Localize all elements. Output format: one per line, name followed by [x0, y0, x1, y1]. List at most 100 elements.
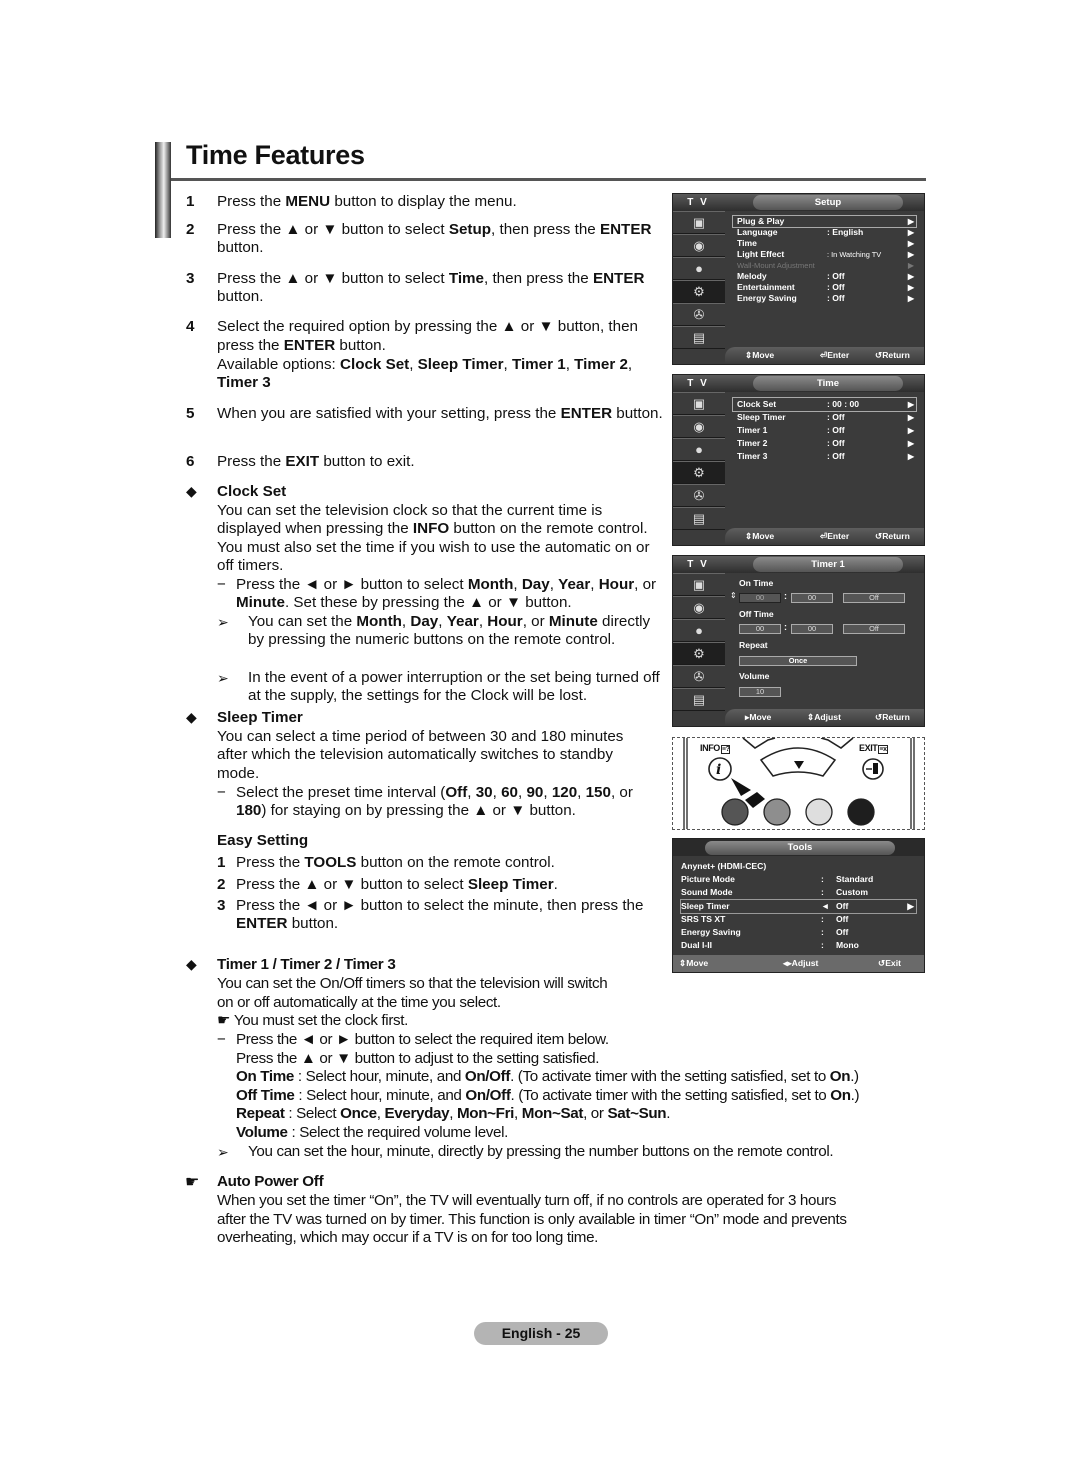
menu-item-label: Time [737, 238, 757, 248]
menu-item-label: Light Effect [737, 249, 785, 259]
exit-label: EXIT ≡x [859, 743, 888, 754]
menu-item-value: : Off [827, 412, 845, 422]
sound-icon[interactable]: ◉ [673, 234, 725, 257]
chevron-right-icon: ▶ [907, 283, 914, 292]
off-time-hour[interactable]: 00 [739, 624, 781, 634]
pointing-hand-icon: ☛ [217, 1012, 231, 1029]
step-5: 5 When you are satisfied with your settin… [186, 405, 663, 422]
digital-icon[interactable]: ▤ [673, 507, 725, 530]
easy-step-2: 2 Press the ▲ or ▼ button to select Sleep… [217, 876, 558, 893]
menu-item-value: : Off [827, 451, 845, 461]
chevron-right-icon: ▶ [907, 900, 914, 911]
picture-icon[interactable]: ▣ [673, 392, 725, 415]
menu-item-label: Plug & Play [737, 216, 785, 226]
setup-gear-icon[interactable]: ⚙ [673, 280, 725, 303]
green-button [763, 798, 791, 826]
move-hint: ⇕ Move [745, 531, 775, 541]
off-time-state[interactable]: Off [843, 624, 905, 634]
tools-item[interactable]: Picture Mode: Standard [681, 873, 916, 886]
red-button [721, 798, 749, 826]
volume-field[interactable]: 10 [739, 687, 781, 697]
off-time-minute[interactable]: 00 [791, 624, 833, 634]
page-title: Time Features [186, 140, 365, 170]
osd-time-menu: T V Time ▣ ◉ ● ⚙ ✇ ▤ Clock Set: 00 : 00 ▶… [672, 374, 925, 546]
move-hint: ⇕ Move [679, 958, 709, 968]
tools-item-value: Off [836, 913, 849, 924]
arrow-note-icon: ➢ [217, 670, 229, 686]
osd-footer: ⇕ Move ◂▸ Adjust ↺ Exit [673, 955, 924, 972]
easy-step-3: 3 Press the ◄ or ► button to select the m… [217, 897, 644, 933]
menu-item-label: Entertainment [737, 282, 795, 292]
osd-title: Time [753, 376, 903, 391]
title-divider [171, 178, 926, 181]
channel-icon[interactable]: ● [673, 257, 725, 280]
menu-item-value: : Off [827, 438, 845, 448]
menu-item-label: Language [737, 227, 778, 237]
timers-body: You can set the On/Off timers so that th… [217, 975, 608, 1011]
menu-item[interactable]: Time ▶ [733, 238, 916, 249]
menu-item[interactable]: Timer 1: Off ▶ [733, 424, 916, 437]
step-2: 2 Press the ▲ or ▼ button to select Setup… [186, 221, 652, 257]
tools-item-value: Custom [836, 887, 868, 898]
timers-hand-note: ☛ You must set the clock first. [217, 1012, 409, 1029]
menu-item-value: : Off [827, 425, 845, 435]
tools-item[interactable]: Dual I-II: Mono [681, 939, 916, 952]
input-icon[interactable]: ✇ [673, 303, 725, 326]
menu-item[interactable]: Timer 2: Off ▶ [733, 437, 916, 450]
digital-icon[interactable]: ▤ [673, 688, 725, 711]
tools-item-label: Sleep Timer [681, 900, 730, 911]
menu-item[interactable]: Language: English ▶ [733, 227, 916, 238]
arrow-note-icon: ➢ [217, 1143, 229, 1160]
menu-item[interactable]: Energy Saving: Off ▶ [733, 293, 916, 304]
tools-item-label: SRS TS XT [681, 913, 726, 924]
tools-item-label: Dual I-II [681, 940, 713, 951]
channel-icon[interactable]: ● [673, 438, 725, 461]
input-icon[interactable]: ✇ [673, 665, 725, 688]
return-hint: ↺ Return [875, 531, 910, 541]
menu-item[interactable]: Entertainment: Off ▶ [733, 282, 916, 293]
page-number-badge: English - 25 [474, 1322, 608, 1345]
tools-item[interactable]: Energy Saving: Off [681, 926, 916, 939]
tools-item[interactable]: SRS TS XT: Off [681, 913, 916, 926]
menu-item[interactable]: Plug & Play ▶ [732, 215, 917, 228]
setup-gear-icon[interactable]: ⚙ [673, 461, 725, 484]
channel-icon[interactable]: ● [673, 619, 725, 642]
repeat-select[interactable]: Once [739, 656, 857, 666]
timers-heading: Timer 1 / Timer 2 / Timer 3 [217, 956, 396, 973]
on-time-minute[interactable]: 00 [791, 593, 833, 603]
osd-timer1-menu: T V Timer 1 ▣ ◉ ● ⚙ ✇ ▤ On Time ⇕ 00 : 0… [672, 555, 925, 727]
tools-item-label: Anynet+ (HDMI-CEC) [681, 861, 767, 871]
on-time-hour[interactable]: 00 [739, 593, 781, 603]
menu-item-label: Timer 2 [737, 438, 768, 448]
osd-title: Setup [753, 195, 903, 210]
enter-hint: ⏎ Enter [820, 531, 850, 541]
tools-item[interactable]: Sound Mode: Custom [681, 886, 916, 899]
auto-power-off-heading: Auto Power Off [217, 1173, 324, 1190]
setup-gear-icon[interactable]: ⚙ [673, 642, 725, 665]
sound-icon[interactable]: ◉ [673, 596, 725, 619]
menu-item[interactable]: Light Effect: In Watching TV ▶ [733, 249, 916, 260]
menu-item[interactable]: Timer 3: Off ▶ [733, 450, 916, 463]
diamond-bullet-icon: ◆ [186, 956, 197, 972]
on-time-state[interactable]: Off [843, 593, 905, 603]
menu-item[interactable]: Wall-Mount Adjustment ▶ [733, 260, 916, 271]
osd-footer: ⇕ Move ⏎ Enter ↺ Return [725, 347, 924, 364]
digital-icon[interactable]: ▤ [673, 326, 725, 349]
input-icon[interactable]: ✇ [673, 484, 725, 507]
tools-item-value: Mono [836, 940, 859, 951]
clock-set-body: You can set the television clock so that… [217, 502, 650, 575]
svg-text:i: i [716, 762, 721, 778]
tools-item[interactable]: Sleep Timer ◄ Off ▶ [680, 898, 917, 914]
menu-item[interactable]: Clock Set: 00 : 00 ▶ [732, 397, 917, 412]
menu-item-label: Timer 1 [737, 425, 768, 435]
osd-setup-menu: T V Setup ▣ ◉ ● ⚙ ✇ ▤ Plug & Play ▶ Langua… [672, 193, 925, 365]
sound-icon[interactable]: ◉ [673, 415, 725, 438]
picture-icon[interactable]: ▣ [673, 573, 725, 596]
adjust-hint: ⇕ Adjust [807, 712, 841, 722]
picture-icon[interactable]: ▣ [673, 211, 725, 234]
menu-item[interactable]: Melody: Off ▶ [733, 271, 916, 282]
tools-item-label: Energy Saving [681, 927, 741, 937]
tools-item[interactable]: Anynet+ (HDMI-CEC) [681, 860, 916, 873]
menu-item[interactable]: Sleep Timer: Off ▶ [733, 411, 916, 424]
menu-item-label: Wall-Mount Adjustment [737, 261, 815, 270]
